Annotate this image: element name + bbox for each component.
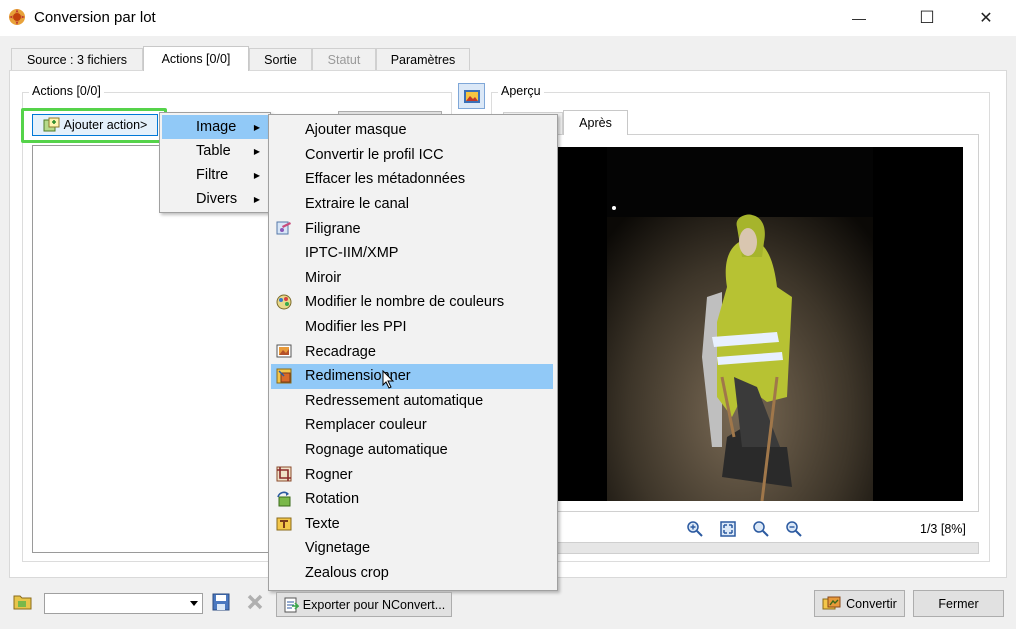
submenu-item-auto-crop[interactable]: Rognage automatique — [271, 438, 553, 463]
preview-counter: 1/3 [8%] — [920, 522, 966, 536]
delete-preset-button[interactable] — [246, 593, 266, 613]
tab-output[interactable]: Sortie — [249, 48, 312, 70]
zoom-in-button[interactable] — [686, 520, 704, 538]
minimize-button[interactable]: — — [836, 0, 882, 36]
add-action-icon — [43, 117, 60, 132]
minimize-icon: — — [852, 10, 866, 26]
tab-source[interactable]: Source : 3 fichiers — [11, 48, 143, 70]
submenu-item-add-mask[interactable]: Ajouter masque — [271, 118, 553, 143]
preset-select[interactable] — [44, 593, 203, 614]
maximize-icon: ☐ — [919, 8, 935, 27]
magnifier-icon — [753, 521, 769, 537]
submenu-item-iptc-xmp[interactable]: IPTC-IIM/XMP — [271, 241, 553, 266]
image-submenu: Ajouter masque Convertir le profil ICC E… — [268, 114, 558, 591]
submenu-item-rotation[interactable]: Rotation — [271, 487, 553, 512]
menu-item-filter[interactable]: Filtre ▶ — [162, 163, 268, 187]
submenu-item-clear-metadata[interactable]: Effacer les métadonnées — [271, 167, 553, 192]
context-menu: Image ▶ Table ▶ Filtre ▶ Divers ▶ — [159, 112, 271, 213]
submenu-item-convert-icc[interactable]: Convertir le profil ICC — [271, 143, 553, 168]
window-title: Conversion par lot — [34, 9, 156, 26]
submenu-item-resize[interactable]: Redimensionner — [271, 364, 553, 389]
close-window-button[interactable]: ✕ — [963, 0, 1009, 36]
submenu-arrow-icon: ▶ — [253, 170, 260, 180]
actions-group-label: Actions [0/0] — [29, 84, 104, 98]
submenu-item-extract-channel[interactable]: Extraire le canal — [271, 192, 553, 217]
mouse-cursor-icon — [382, 370, 395, 389]
submenu-item-mirror[interactable]: Miroir — [271, 266, 553, 291]
export-nconvert-button[interactable]: Exporter pour NConvert... — [276, 592, 452, 617]
export-icon — [284, 597, 299, 612]
add-action-button[interactable]: Ajouter action> — [32, 114, 158, 136]
submenu-arrow-icon: ▶ — [253, 146, 260, 156]
submenu-item-watermark[interactable]: Filigrane — [271, 216, 553, 241]
delete-icon — [247, 594, 263, 610]
submenu-item-change-colors[interactable]: Modifier le nombre de couleurs — [271, 290, 553, 315]
zoom-out-icon — [786, 521, 802, 537]
convert-button[interactable]: Convertir — [814, 590, 905, 617]
submenu-item-zealous-crop[interactable]: Zealous crop — [271, 561, 553, 586]
submenu-item-replace-color[interactable]: Remplacer couleur — [271, 413, 553, 438]
preview-image — [552, 147, 963, 502]
app-logo-icon — [9, 9, 25, 25]
tab-settings[interactable]: Paramètres — [376, 48, 470, 70]
maximize-button[interactable]: ☐ — [904, 0, 950, 36]
fit-window-button[interactable] — [719, 520, 737, 538]
folder-icon — [13, 595, 32, 610]
close-icon: ✕ — [979, 10, 993, 27]
menu-item-misc[interactable]: Divers ▶ — [162, 187, 268, 211]
save-icon — [212, 593, 230, 611]
save-preset-button[interactable] — [212, 593, 232, 613]
zoom-out-button[interactable] — [785, 520, 803, 538]
submenu-item-crop[interactable]: Rogner — [271, 462, 553, 487]
submenu-item-text[interactable]: Texte — [271, 512, 553, 537]
submenu-item-vignetting[interactable]: Vignetage — [271, 536, 553, 561]
palette-icon — [276, 294, 292, 310]
preview-photo — [607, 147, 873, 502]
menu-item-table[interactable]: Table ▶ — [162, 139, 268, 163]
submenu-arrow-icon: ▶ — [253, 122, 260, 132]
menu-item-image[interactable]: Image ▶ — [162, 115, 268, 139]
zoom-actual-button[interactable] — [752, 520, 770, 538]
fit-window-icon — [720, 521, 736, 537]
preview-group-label: Aperçu — [498, 84, 544, 98]
tab-actions[interactable]: Actions [0/0] — [143, 46, 249, 71]
resize-icon — [276, 368, 292, 384]
submenu-item-canvas[interactable]: Recadrage — [271, 339, 553, 364]
submenu-item-auto-straighten[interactable]: Redressement automatique — [271, 389, 553, 414]
tab-after[interactable]: Après — [563, 110, 628, 135]
crop-icon — [276, 466, 292, 482]
open-folder-button[interactable] — [12, 592, 36, 614]
watermark-icon — [276, 221, 291, 235]
rotate-icon — [277, 491, 291, 507]
preview-toggle-button[interactable] — [458, 83, 485, 109]
close-button[interactable]: Fermer — [913, 590, 1004, 617]
chevron-down-icon — [190, 601, 198, 606]
submenu-arrow-icon: ▶ — [253, 194, 260, 204]
tab-status: Statut — [312, 48, 376, 70]
submenu-item-change-ppi[interactable]: Modifier les PPI — [271, 315, 553, 340]
convert-icon — [822, 596, 841, 609]
preview-image-icon — [464, 90, 480, 103]
canvas-icon — [276, 344, 292, 358]
text-icon — [276, 517, 292, 531]
zoom-in-icon — [687, 521, 703, 537]
preview-scrollbar[interactable] — [503, 542, 979, 554]
